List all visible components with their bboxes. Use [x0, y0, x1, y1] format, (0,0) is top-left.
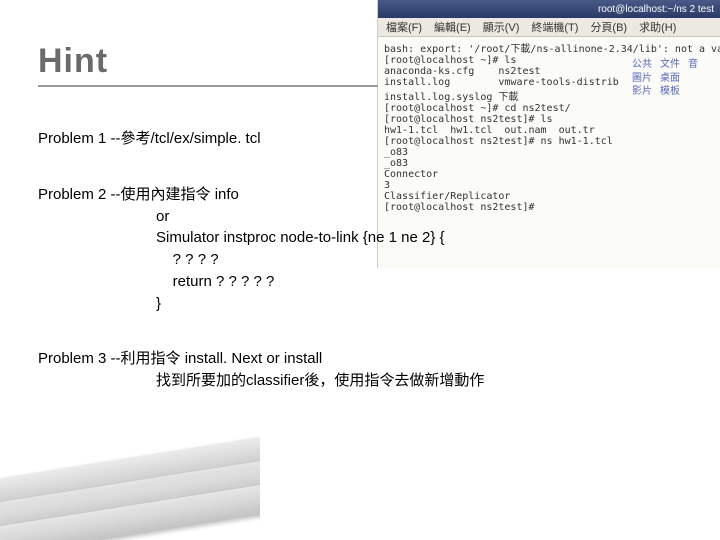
decorative-wedge	[0, 430, 260, 540]
problem-3-hint: 利用指令 install. Next or install	[121, 348, 323, 370]
terminal-title: root@localhost:~/ns 2 test	[598, 4, 714, 15]
problem-3: Problem 3 -- 利用指令 install. Next or insta…	[38, 348, 678, 392]
slide-body: Problem 1 -- 參考/tcl/ex/simple. tcl Probl…	[38, 128, 678, 426]
menu-tabs: 分頁(B)	[590, 19, 627, 35]
terminal-menubar: 檔案(F) 編輯(E) 顯示(V) 終端機(T) 分頁(B) 求助(H)	[378, 18, 720, 37]
problem-1-hint: 參考/tcl/ex/simple. tcl	[121, 128, 261, 150]
problem-2-label: Problem 2 --	[38, 184, 121, 206]
problem-2: Problem 2 -- 使用內建指令 info or Simulator in…	[38, 184, 678, 315]
problem-3-line2: 找到所要加的classifier後，使用指令去做新增動作	[156, 370, 678, 392]
slide-title: Hint	[38, 42, 378, 87]
problem-3-label: Problem 3 --	[38, 348, 121, 370]
desktop-folder-labels: 公共文件音 圖片桌面 影片模板	[632, 58, 716, 99]
problem-2-hint: 使用內建指令 info	[121, 184, 239, 206]
menu-file: 檔案(F)	[386, 19, 422, 35]
menu-help: 求助(H)	[639, 19, 676, 35]
problem-1-label: Problem 1 --	[38, 128, 121, 150]
menu-term: 終端機(T)	[531, 19, 578, 35]
menu-view: 顯示(V)	[483, 19, 520, 35]
problem-2-code: or Simulator instproc node-to-link {ne 1…	[156, 206, 678, 315]
menu-edit: 編輯(E)	[434, 19, 471, 35]
terminal-titlebar: root@localhost:~/ns 2 test	[378, 0, 720, 18]
problem-1: Problem 1 -- 參考/tcl/ex/simple. tcl	[38, 128, 678, 150]
